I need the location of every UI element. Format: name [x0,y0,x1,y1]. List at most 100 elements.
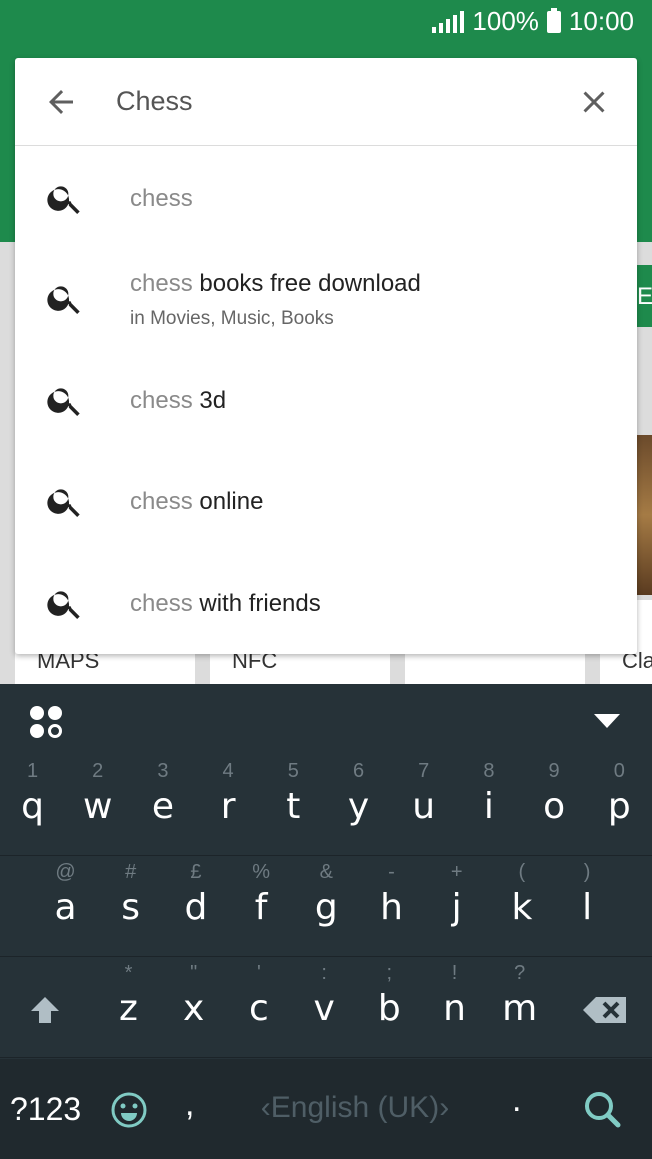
key-i[interactable]: 8i [456,756,521,856]
backspace-key[interactable] [570,958,640,1058]
key-d[interactable]: £ d [163,857,228,957]
clear-search-button[interactable] [576,84,612,120]
key-z[interactable]: * z [96,958,161,1058]
key-label: f [254,887,268,928]
spacebar[interactable]: ‹English (UK)› [250,1091,460,1125]
key-j[interactable]: + j [424,857,489,957]
suggestion-item[interactable]: chess [15,146,637,250]
key-x[interactable]: " x [161,958,226,1058]
key-label: i [483,786,494,827]
key-label: j [451,887,462,928]
key-q[interactable]: 1q [0,756,65,856]
key-b[interactable]: ; b [357,958,422,1058]
key-k[interactable]: (k [489,857,554,957]
language-label: English (UK) [270,1091,440,1124]
search-bar: Chess [15,58,637,146]
key-hint: * [124,962,133,984]
key-y[interactable]: 6y [326,756,391,856]
status-bar: 100% 10:00 [0,0,652,44]
key-t[interactable]: 5t [261,756,326,856]
key-label: r [220,786,236,827]
chevron-down-icon[interactable] [592,712,622,730]
suggestion-rest: with friends [192,590,321,617]
key-u[interactable]: 7u [391,756,456,856]
key-hint: 6 [352,760,365,782]
chevron-left-icon: ‹ [260,1091,271,1124]
search-panel: Chess chess chess books free download in… [15,58,637,654]
suggestion-prefix: chess [130,387,193,414]
close-icon [583,91,605,113]
key-hint: 0 [613,760,625,782]
keyboard-bottom-row: ?123 , ‹English (UK)› . [0,1059,652,1159]
key-label: d [184,887,208,928]
key-m[interactable]: ? m [487,958,552,1058]
key-label: v [313,988,335,1029]
key-w[interactable]: 2w [65,756,130,856]
key-hint: # [125,861,137,883]
symbols-key[interactable]: ?123 [10,1091,81,1128]
key-hint: 5 [287,760,299,782]
key-hint: 1 [26,760,39,782]
key-f[interactable]: % f [229,857,294,957]
key-label: a [54,887,77,928]
key-hint: & [319,861,333,883]
search-input[interactable]: Chess [116,86,193,117]
key-hint: + [450,861,463,883]
key-g[interactable]: & g [294,857,359,957]
arrow-back-icon [49,90,73,114]
background-thumbnail [637,435,652,595]
suggestion-text: chess [130,185,193,213]
suggestion-category: in Movies, Music, Books [130,308,334,329]
key-s[interactable]: # s [98,857,163,957]
keyboard-apps-icon[interactable] [28,704,64,740]
keyboard-row-2: @ a # s £ d% f & g - h + j(k) l [0,857,652,957]
shift-key[interactable] [12,958,77,1058]
key-a[interactable]: @ a [33,857,98,957]
key-hint: : [321,962,327,984]
key-e[interactable]: 3e [130,756,195,856]
suggestion-item[interactable]: chess 3d [15,350,637,450]
key-c[interactable]: ' c [226,958,291,1058]
key-hint: ; [386,962,393,984]
key-label: y [347,786,370,827]
key-label: h [380,887,403,928]
suggestion-prefix: chess [130,185,193,212]
search-icon[interactable] [582,1089,622,1129]
key-hint: - [388,861,395,883]
suggestion-text: chess 3d [130,387,226,415]
suggestion-item[interactable]: chess books free download in Movies, Mus… [15,250,637,350]
emoji-icon[interactable] [110,1091,148,1129]
search-icon [47,489,80,517]
keyboard-row-3: * z " x ' c: v; b! n? m [0,958,652,1058]
key-v[interactable]: :v [292,958,357,1058]
backspace-icon [583,997,626,1023]
comma-key[interactable]: , [185,1085,194,1124]
suggestion-prefix: chess [130,488,193,515]
period-key[interactable]: . [512,1081,521,1120]
key-hint: ' [256,962,261,984]
key-hint: £ [190,861,202,883]
key-hint: 2 [92,760,104,782]
suggestion-item[interactable]: chess online [15,450,637,552]
background-tab-fragment: E [637,265,652,327]
suggestion-item[interactable]: chess with friends [15,552,637,654]
search-icon [47,388,80,416]
key-label: p [607,786,631,827]
key-p[interactable]: 0p [587,756,652,856]
suggestion-text: chess books free download [130,270,421,298]
key-label: c [248,988,269,1029]
back-button[interactable] [43,84,79,120]
key-label: l [582,887,593,928]
key-o[interactable]: 9o [522,756,587,856]
key-h[interactable]: -h [359,857,424,957]
key-hint: ! [451,962,458,984]
key-r[interactable]: 4r [196,756,261,856]
key-label: k [511,887,533,928]
suggestion-prefix: chess [130,590,193,617]
key-l[interactable]: ) l [555,857,620,957]
search-icon [47,591,80,619]
key-hint: ? [514,962,526,984]
suggestion-rest: 3d [192,387,227,414]
key-hint: 7 [418,760,430,782]
key-n[interactable]: ! n [422,958,487,1058]
